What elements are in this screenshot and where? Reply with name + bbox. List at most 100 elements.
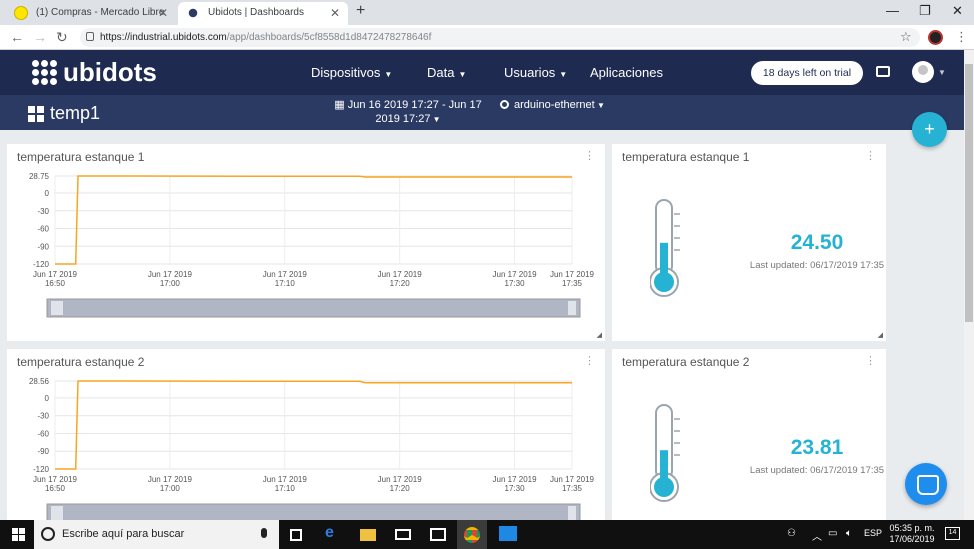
series-line (55, 380, 572, 470)
microphone-icon[interactable] (261, 528, 267, 538)
reload-icon[interactable]: ↻ (56, 29, 68, 46)
close-icon[interactable]: ✕ (330, 6, 340, 20)
scrollbar-thumb[interactable] (965, 64, 973, 322)
avatar[interactable] (912, 61, 934, 83)
dashboard-toolbar: temp1 ▦ Jun 16 2019 17:27 - Jun 17 2019 … (0, 95, 964, 130)
x-tick-label: Jun 17 2019 (493, 475, 538, 484)
add-widget-button[interactable]: + (912, 112, 947, 147)
caret-down-icon: ▼ (458, 70, 467, 79)
menu-data[interactable]: Data ▼ (427, 65, 466, 80)
range-handle-right[interactable] (568, 506, 576, 520)
notification-center-icon[interactable]: 14 (945, 527, 960, 540)
y-tick-label: -60 (37, 429, 49, 438)
new-tab-button[interactable]: + (356, 2, 365, 20)
logo-dots-icon (32, 60, 57, 85)
lock-icon (86, 32, 94, 41)
extension-icon[interactable] (928, 30, 943, 45)
page-scrollbar[interactable] (964, 50, 974, 520)
url-field[interactable]: https://industrial.ubidots.com/app/dashb… (80, 28, 920, 47)
device-selector[interactable]: arduino-ethernet ▼ (500, 99, 605, 111)
ubidots-logo[interactable]: ubidots (32, 57, 157, 88)
range-navigator[interactable] (46, 503, 581, 520)
y-tick-label: 0 (45, 189, 50, 198)
x-tick-label: Jun 17 2019 (148, 270, 193, 279)
menu-aplicaciones[interactable]: Aplicaciones (590, 65, 663, 80)
x-tick-label: Jun 17 2019 (493, 270, 538, 279)
volume-icon[interactable]: 🔈︎ (846, 528, 852, 539)
tray-chevron-icon[interactable]: ︿ (812, 528, 822, 543)
caret-down-icon: ▼ (430, 115, 441, 124)
calendar-icon: ▦ (334, 99, 348, 111)
widget-menu-icon[interactable]: ⋮ (865, 149, 876, 162)
bookmark-star-icon[interactable]: ☆ (900, 29, 912, 45)
back-icon[interactable]: ← (10, 29, 24, 45)
windows-start-icon[interactable] (12, 528, 25, 541)
forward-icon[interactable]: → (33, 29, 47, 45)
range-handle-left[interactable] (51, 506, 63, 520)
dashboard-grid-icon (28, 105, 44, 122)
date-range-picker[interactable]: ▦ Jun 16 2019 17:27 - Jun 17 2019 17:27 … (333, 98, 483, 127)
x-tick-label: 17:10 (275, 484, 296, 493)
browser-menu-icon[interactable]: ⋮ (955, 29, 968, 45)
minimize-icon[interactable]: — (886, 3, 899, 18)
line-chart[interactable]: 28.750-30-60-90-120Jun 17 201916:50Jun 1… (7, 144, 605, 341)
menu-dispositivos[interactable]: Dispositivos ▼ (311, 65, 392, 80)
x-tick-label: Jun 17 2019 (263, 270, 308, 279)
inbox-icon[interactable] (876, 66, 890, 77)
thermometer-widget-2: temperatura estanque 2 ⋮ 23.81 Last upda… (612, 349, 886, 520)
store-icon[interactable] (430, 528, 446, 541)
chat-launcher-button[interactable] (905, 463, 947, 505)
x-tick-label: 17:35 (562, 484, 583, 493)
thermometer-icon (650, 404, 680, 502)
x-tick-label: 17:20 (390, 484, 411, 493)
line-chart[interactable]: 28.560-30-60-90-120Jun 17 201916:50Jun 1… (7, 349, 605, 520)
x-tick-label: Jun 17 2019 (378, 475, 423, 484)
chart-widget-2: temperatura estanque 2 ⋮ 28.56 0 -30 -60 -90… (7, 349, 605, 520)
edge-icon[interactable]: e (325, 524, 341, 541)
thermometer-bulb (654, 477, 674, 497)
chrome-taskbar-button[interactable] (457, 520, 487, 549)
x-tick-label: 16:50 (45, 484, 66, 493)
mail-icon[interactable] (395, 529, 411, 540)
url-host: https://industrial.ubidots.com (100, 32, 227, 43)
resize-handle-icon[interactable]: ◢ (597, 331, 602, 339)
dashboard-selector[interactable]: temp1 (28, 103, 100, 124)
x-tick-label: 17:30 (505, 279, 526, 288)
caret-down-icon: ▼ (559, 70, 568, 79)
people-icon[interactable]: ⚇ (787, 528, 796, 539)
file-explorer-icon[interactable] (360, 529, 376, 541)
thermometer-icon (650, 199, 680, 297)
device-icon (500, 100, 509, 109)
window-close-icon[interactable]: ✕ (952, 3, 963, 19)
x-tick-label: 17:20 (390, 279, 411, 288)
x-tick-label: Jun 17 2019 (33, 475, 78, 484)
widget-menu-icon[interactable]: ⋮ (865, 354, 876, 367)
tab-mercado-libre[interactable]: (1) Compras - Mercado Libre ✕ (6, 2, 176, 25)
menu-label: Data (427, 65, 455, 80)
menu-label: Dispositivos (311, 65, 381, 80)
menu-label: Aplicaciones (590, 65, 663, 80)
y-tick-label: -30 (37, 207, 49, 216)
clock-time: 05:35 p. m. (889, 523, 935, 533)
range-handle-left[interactable] (51, 301, 63, 315)
logo-text: ubidots (63, 57, 157, 87)
range-navigator[interactable] (46, 298, 581, 318)
thermometer-widget-1: temperatura estanque 1 ⋮ 24.50 Last upda… (612, 144, 886, 341)
menu-usuarios[interactable]: Usuarios ▼ (504, 65, 567, 80)
caret-down-icon: ▼ (594, 101, 605, 110)
caret-down-icon[interactable]: ▼ (938, 68, 946, 77)
resize-handle-icon[interactable]: ◢ (878, 331, 883, 339)
task-view-icon[interactable] (290, 529, 302, 541)
restore-icon[interactable]: ❐ (919, 3, 931, 19)
dashboard-name: temp1 (50, 103, 101, 123)
network-icon[interactable]: ▭ (828, 528, 837, 539)
arduino-icon[interactable] (499, 526, 517, 541)
close-icon[interactable]: ✕ (158, 6, 168, 20)
language-indicator[interactable]: ESP (864, 528, 882, 538)
tab-ubidots[interactable]: Ubidots | Dashboards ✕ (178, 2, 348, 25)
range-handle-right[interactable] (568, 301, 576, 315)
trial-button[interactable]: 18 days left on trial (751, 61, 863, 85)
taskbar-clock[interactable]: 05:35 p. m. 17/06/2019 (884, 523, 940, 545)
cortana-icon (41, 527, 55, 541)
taskbar-search[interactable]: Escribe aquí para buscar (34, 520, 279, 549)
